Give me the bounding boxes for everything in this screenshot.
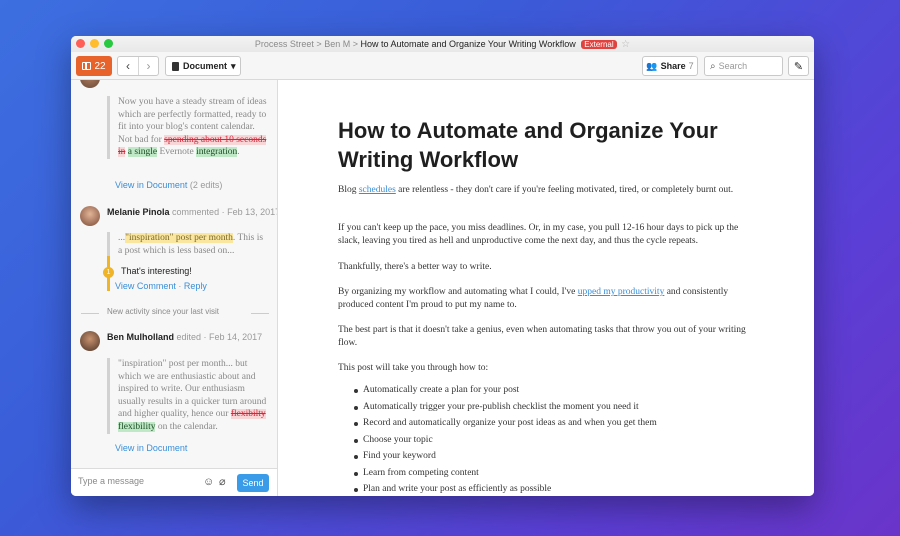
document-label: Document — [183, 61, 228, 71]
history-nav: ‹ › — [117, 56, 159, 76]
text: are relentless - they don't care if you'… — [395, 185, 734, 195]
message-input[interactable] — [78, 476, 190, 486]
divider — [251, 313, 269, 314]
list-item: Find your keyword — [354, 448, 657, 465]
inserted-text: flexibility — [118, 421, 156, 432]
paragraph: Thankfully, there's a better way to writ… — [338, 262, 492, 272]
list-item: Record and automatically organize your p… — [354, 415, 657, 432]
view-in-document-link[interactable]: View in Document — [115, 443, 187, 453]
comment-header: Ben Mulholland edited · Feb 14, 2017 — [107, 332, 263, 342]
chevron-down-icon: ▾ — [231, 60, 236, 71]
main-content: Now you have a steady stream of ideas wh… — [71, 80, 814, 496]
text: By organizing my workflow and automating… — [338, 287, 578, 297]
bullet-list: Automatically create a plan for your pos… — [354, 382, 657, 496]
search-box: ⌕ — [704, 56, 783, 76]
message-composer: ☺ ⌀ Send — [71, 468, 277, 496]
view-comment-link[interactable]: View Comment — [115, 281, 176, 291]
breadcrumb-root[interactable]: Process Street — [255, 39, 314, 49]
avatar — [80, 206, 100, 226]
text: Blog — [338, 185, 359, 195]
breadcrumb-title: How to Automate and Organize Your Writin… — [360, 39, 576, 49]
comment-actions: View Comment · Reply — [115, 281, 207, 291]
paragraph: This post will take you through how to: — [338, 363, 489, 373]
share-button[interactable]: 👥 Share 7 — [642, 56, 698, 76]
link-label: View in Document — [115, 180, 188, 190]
paragraph: The best part is that it doesn't take a … — [338, 325, 746, 348]
view-in-document-link[interactable]: View in Document (2 edits) — [115, 180, 222, 190]
reply-text: That's interesting! — [121, 266, 192, 276]
avatar — [80, 331, 100, 351]
zoom-window-button[interactable] — [104, 39, 113, 48]
external-badge: External — [581, 40, 617, 49]
list-item: Choose your topic — [354, 432, 657, 449]
quote-text: Evernote — [157, 147, 197, 158]
avatar — [80, 80, 100, 88]
send-button[interactable]: Send — [237, 474, 269, 492]
breadcrumb-folder[interactable]: Ben M — [324, 39, 350, 49]
comments-feed[interactable]: Now you have a steady stream of ideas wh… — [71, 80, 277, 468]
separator: · — [178, 281, 182, 291]
compose-button[interactable]: ✎ — [788, 56, 809, 76]
comment-quote: Now you have a steady stream of ideas wh… — [107, 96, 267, 159]
list-item: Automatically create a plan for your pos… — [354, 382, 657, 399]
author-name[interactable]: Melanie Pinola — [107, 207, 170, 217]
document-icon — [172, 61, 179, 71]
comment-action: commented — [172, 207, 220, 217]
comment-header: Melanie Pinola commented · Feb 13, 2017 — [107, 207, 277, 217]
document-dropdown[interactable]: Document ▾ — [165, 56, 241, 76]
list-item: Automatically trigger your pre-publish c… — [354, 399, 657, 416]
document-title: How to Automate and Organize Your Writin… — [338, 118, 718, 172]
paragraph: By organizing my workflow and automating… — [338, 286, 746, 312]
comment-date: Feb 14, 2017 — [209, 332, 263, 342]
breadcrumb-separator: > — [316, 39, 322, 49]
list-item: Plan and write your post as efficiently … — [354, 481, 657, 496]
back-button[interactable]: ‹ — [118, 57, 138, 75]
emoji-icon[interactable]: ☺ — [203, 476, 214, 488]
deleted-text: flexibilty — [230, 409, 266, 420]
window-controls — [76, 39, 113, 48]
inserted-text: integration — [196, 147, 238, 158]
star-icon[interactable]: ☆ — [621, 39, 630, 50]
comments-toggle-button[interactable]: 22 — [76, 56, 112, 76]
document-pane: How to Automate and Organize Your Writin… — [279, 80, 814, 496]
list-item: Learn from competing content — [354, 465, 657, 482]
comment-quote: ..."inspiration" post per month. This is… — [107, 232, 267, 257]
sidebar-icon — [82, 62, 92, 70]
breadcrumb: Process Street > Ben M > How to Automate… — [255, 39, 578, 49]
reply-link[interactable]: Reply — [184, 281, 207, 291]
edit-count: (2 edits) — [189, 180, 223, 190]
productivity-link[interactable]: upped my productivity — [578, 287, 665, 297]
comments-count: 22 — [94, 60, 106, 72]
comment-quote: "inspiration" post per month... but whic… — [107, 358, 267, 434]
app-window: Process Street > Ben M > How to Automate… — [71, 36, 814, 496]
title-bar: Process Street > Ben M > How to Automate… — [71, 36, 814, 52]
forward-button[interactable]: › — [138, 57, 158, 75]
share-count: 7 — [688, 61, 694, 71]
paragraph: If you can't keep up the pace, you miss … — [338, 223, 739, 246]
search-input[interactable] — [718, 61, 775, 71]
minimize-window-button[interactable] — [90, 39, 99, 48]
link-label: View in Document — [115, 443, 188, 453]
people-icon: 👥 — [646, 60, 658, 71]
new-activity-divider: New activity since your last visit — [107, 307, 220, 316]
divider — [81, 313, 99, 314]
close-window-button[interactable] — [76, 39, 85, 48]
quote-text: . — [237, 147, 240, 158]
comment-action: edited — [176, 332, 202, 342]
quote-text: on the calendar. — [155, 421, 218, 432]
edit-icon: ✎ — [793, 60, 804, 73]
search-icon: ⌕ — [710, 60, 716, 72]
toolbar: 22 ‹ › Document ▾ 👥 Share 7 ⌕ ✎ — [71, 52, 814, 80]
share-label: Share — [660, 61, 686, 71]
inserted-text: a single — [127, 147, 158, 158]
comment-date: Feb 13, 2017 — [227, 207, 277, 217]
paragraph: Blog schedules are relentless - they don… — [338, 184, 746, 197]
schedules-link[interactable]: schedules — [359, 185, 396, 195]
attachment-icon[interactable]: ⌀ — [219, 475, 226, 488]
highlighted-text: "inspiration" post per month — [125, 233, 233, 243]
comments-sidebar: Now you have a steady stream of ideas wh… — [71, 80, 278, 496]
author-name[interactable]: Ben Mulholland — [107, 332, 174, 342]
reply-count-badge: 1 — [103, 267, 114, 278]
breadcrumb-separator: > — [352, 39, 358, 49]
